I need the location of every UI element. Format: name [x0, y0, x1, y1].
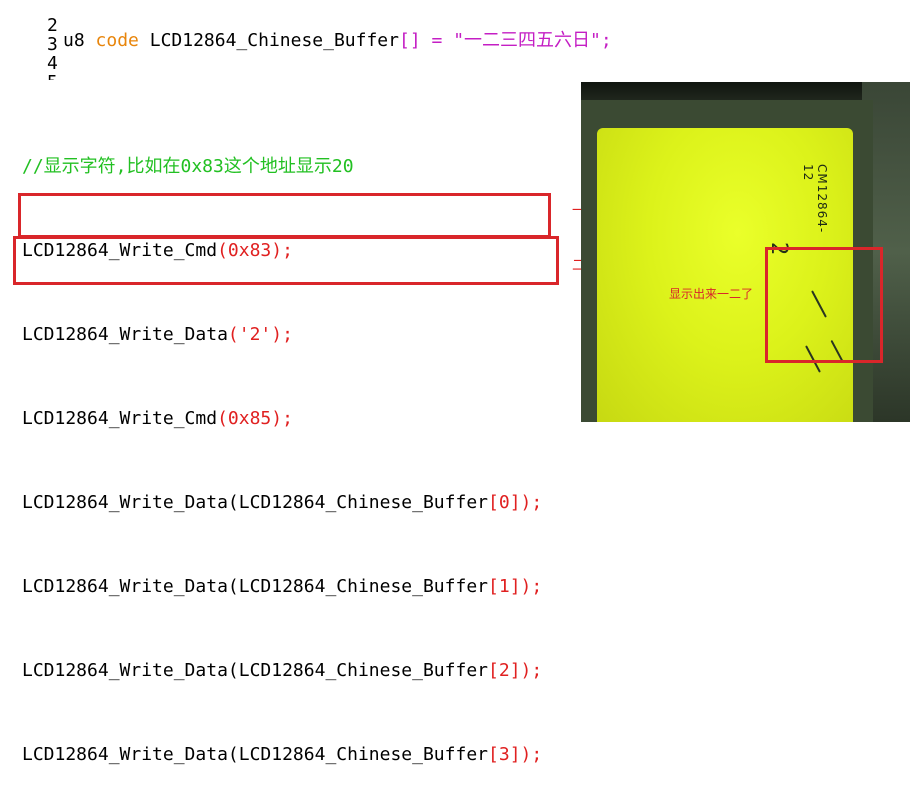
highlight-box-first-pair	[18, 193, 551, 238]
buffer-declaration[interactable]: u8 code LCD12864_Chinese_Buffer[] = "一二三…	[63, 30, 612, 52]
code-line-write-buffer[interactable]: LCD12864_Write_Data(LCD12864_Chinese_Buf…	[22, 744, 542, 765]
code-line-write-buffer[interactable]: LCD12864_Write_Data(LCD12864_Chinese_Buf…	[22, 576, 542, 597]
open-bracket: [	[488, 492, 499, 513]
line-number: 2	[47, 16, 58, 36]
call-args: (LCD12864_Chinese_Buffer	[227, 576, 488, 597]
photo-highlight-box	[765, 247, 883, 363]
code-line-write-buffer[interactable]: LCD12864_Write_Data(LCD12864_Chinese_Buf…	[22, 492, 542, 513]
open-bracket: [	[488, 576, 499, 597]
index: 0	[498, 492, 510, 513]
close-paren: );	[520, 492, 543, 513]
function-name: LCD12864_Write_Cmd	[22, 408, 218, 429]
semicolon-token: ;	[600, 30, 612, 51]
call-args: (LCD12864_Chinese_Buffer	[227, 744, 488, 765]
code-line-write-data[interactable]: LCD12864_Write_Data('2');	[22, 324, 542, 345]
code-comment: //显示字符,比如在0x83这个地址显示20	[22, 156, 354, 177]
lcd-model-label: CM12864-12	[801, 164, 829, 234]
string-literal: "一二三四五六日"	[453, 30, 601, 51]
bracket-token: []	[398, 30, 421, 51]
argument: 0x85	[227, 408, 272, 429]
close-paren: );	[271, 408, 293, 429]
open-bracket: [	[488, 660, 499, 681]
photo-caption: 显示出来一二了	[669, 287, 754, 301]
index: 1	[498, 576, 510, 597]
line-number: 5	[47, 73, 61, 80]
open-paren: (	[217, 408, 228, 429]
line-number-gutter: 2 3 4 5	[47, 16, 61, 80]
close-bracket: ]	[509, 660, 521, 681]
function-name: LCD12864_Write_Data	[22, 576, 228, 597]
call-args: (LCD12864_Chinese_Buffer	[227, 660, 488, 681]
equals-token: =	[420, 30, 454, 51]
code-line-write-cmd[interactable]: LCD12864_Write_Cmd(0x85);	[22, 408, 542, 429]
function-name: LCD12864_Write_Data	[22, 324, 228, 345]
close-paren: );	[520, 744, 543, 765]
argument: '2'	[238, 324, 272, 345]
close-bracket: ]	[509, 576, 521, 597]
line-number: 4	[47, 53, 58, 74]
code-line-write-buffer[interactable]: LCD12864_Write_Data(LCD12864_Chinese_Buf…	[22, 660, 542, 681]
open-bracket: [	[488, 744, 499, 765]
index: 3	[498, 744, 510, 765]
type-token: u8	[63, 30, 85, 51]
function-name: LCD12864_Write_Data	[22, 492, 228, 513]
close-bracket: ]	[509, 492, 521, 513]
call-args: (LCD12864_Chinese_Buffer	[227, 492, 488, 513]
close-paren: );	[271, 324, 293, 345]
function-name: LCD12864_Write_Data	[22, 660, 228, 681]
close-bracket: ]	[509, 744, 521, 765]
close-paren: );	[520, 660, 543, 681]
line-number: 3	[47, 34, 58, 55]
open-paren: (	[227, 324, 239, 345]
close-paren: );	[520, 576, 543, 597]
function-name: LCD12864_Write_Data	[22, 744, 228, 765]
identifier-token: LCD12864_Chinese_Buffer	[149, 30, 399, 51]
keyword-token: code	[95, 30, 139, 51]
index: 2	[498, 660, 510, 681]
highlight-box-second-pair	[13, 236, 559, 285]
